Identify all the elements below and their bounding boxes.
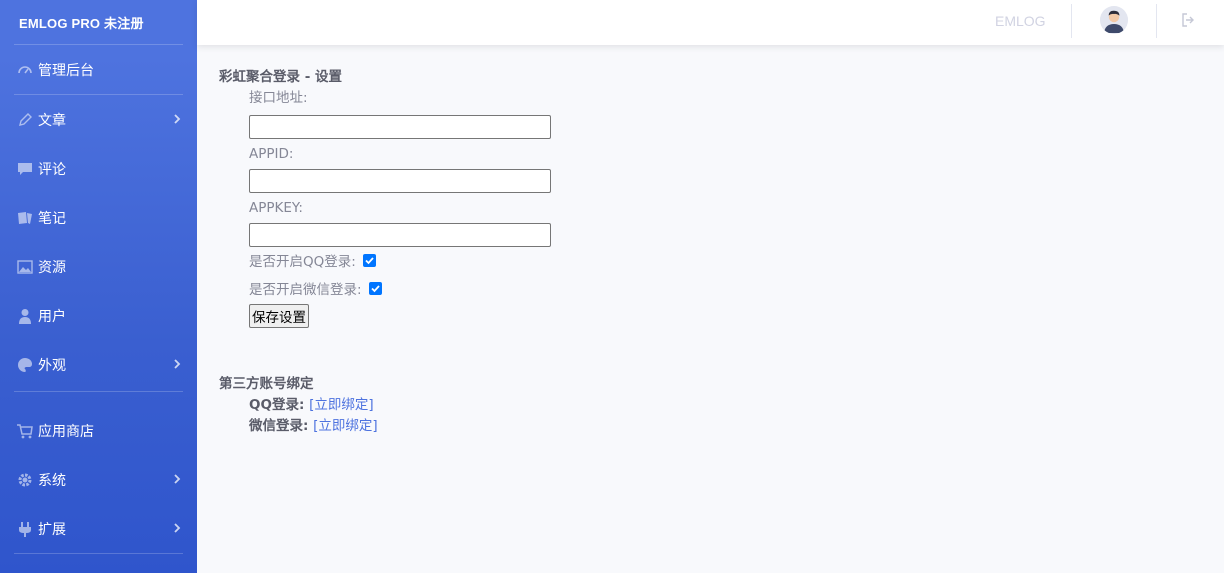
wechat-binding-row: 微信登录: [立即绑定] — [249, 416, 551, 437]
qq-binding-label: QQ登录: — [249, 397, 305, 413]
wechat-login-checkbox[interactable] — [368, 281, 382, 295]
topbar: EMLOG — [197, 0, 1224, 45]
appkey-label: APPKEY: — [249, 200, 303, 216]
settings-title: 彩虹聚合登录 - 设置 — [219, 69, 343, 85]
chevron-right-icon — [173, 112, 181, 128]
chevron-right-icon — [173, 357, 181, 373]
qq-login-checkbox[interactable] — [362, 253, 376, 267]
topbar-divider — [1071, 4, 1072, 38]
sidebar-item-label: 用户 — [38, 308, 66, 325]
sidebar-item-label: 笔记 — [38, 210, 66, 227]
user-icon — [16, 307, 34, 325]
sidebar-item-label: 文章 — [38, 112, 66, 129]
sidebar-item-app-store[interactable]: 应用商店 — [0, 406, 197, 455]
dashboard-gauge-icon — [16, 61, 34, 79]
appid-input[interactable] — [249, 169, 551, 193]
sidebar-item-resources[interactable]: 资源 — [0, 242, 197, 291]
appkey-input[interactable] — [249, 223, 551, 247]
sidebar-item-articles[interactable]: 文章 — [0, 95, 197, 144]
wechat-bind-link[interactable]: [立即绑定] — [313, 418, 378, 434]
sidebar-item-appearance[interactable]: 外观 — [0, 340, 197, 389]
sidebar-item-comments[interactable]: 评论 — [0, 144, 197, 193]
palette-icon — [16, 356, 34, 374]
logout-icon[interactable] — [1181, 12, 1195, 31]
site-link[interactable]: EMLOG — [995, 0, 1046, 45]
wechat-login-toggle-row: 是否开启微信登录: — [249, 276, 551, 300]
chevron-right-icon — [173, 472, 181, 488]
wechat-login-toggle-label: 是否开启微信登录: — [249, 282, 362, 298]
main-content: 彩虹聚合登录 - 设置 接口地址: APPID: APPKEY: 是否开启QQ登… — [219, 68, 551, 437]
sidebar-item-notes[interactable]: 笔记 — [0, 193, 197, 242]
sidebar-item-dashboard[interactable]: 管理后台 — [0, 45, 197, 94]
cart-icon — [16, 422, 34, 440]
qq-binding-row: QQ登录: [立即绑定] — [249, 395, 551, 416]
chevron-right-icon — [173, 521, 181, 537]
qq-bind-link[interactable]: [立即绑定] — [309, 397, 374, 413]
sidebar-divider — [14, 553, 183, 554]
sidebar-item-users[interactable]: 用户 — [0, 291, 197, 340]
gear-icon — [16, 471, 34, 489]
sidebar-item-label: 资源 — [38, 259, 66, 276]
note-icon — [16, 209, 34, 227]
api-url-label: 接口地址: — [249, 90, 308, 106]
image-icon — [16, 258, 34, 276]
sidebar-item-label: 应用商店 — [38, 423, 94, 440]
appid-label: APPID: — [249, 146, 294, 162]
qq-login-toggle-label: 是否开启QQ登录: — [249, 254, 356, 270]
pencil-icon — [16, 111, 34, 129]
sidebar-item-label: 评论 — [38, 161, 66, 178]
save-settings-button[interactable]: 保存设置 — [249, 304, 309, 328]
wechat-binding-label: 微信登录: — [249, 418, 309, 434]
sidebar-item-label: 外观 — [38, 357, 66, 374]
qq-login-toggle-row: 是否开启QQ登录: — [249, 248, 551, 272]
sidebar-item-system[interactable]: 系统 — [0, 455, 197, 504]
sidebar-item-label: 扩展 — [38, 521, 66, 538]
avatar[interactable] — [1100, 6, 1128, 34]
brand-title[interactable]: EMLOG PRO 未注册 — [0, 0, 197, 44]
topbar-divider — [1156, 4, 1157, 38]
comment-icon — [16, 160, 34, 178]
sidebar-item-extensions[interactable]: 扩展 — [0, 504, 197, 553]
sidebar-item-label: 管理后台 — [38, 62, 94, 79]
sidebar: EMLOG PRO 未注册 管理后台 文章 评论 笔记 资源 用户 外观 应用商… — [0, 0, 197, 573]
sidebar-item-label: 系统 — [38, 472, 66, 489]
api-url-input[interactable] — [249, 115, 551, 139]
plug-icon — [16, 520, 34, 538]
binding-title: 第三方账号绑定 — [219, 376, 314, 392]
